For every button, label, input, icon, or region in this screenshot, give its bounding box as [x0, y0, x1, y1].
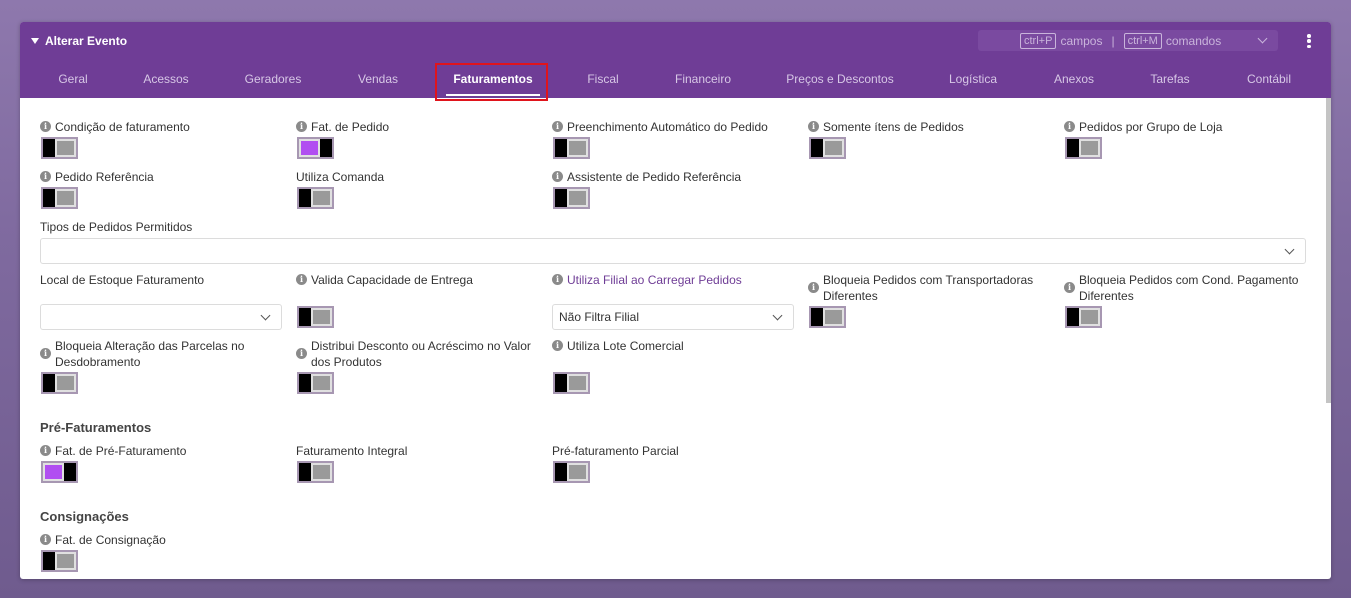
toggle-preenchimento-auto[interactable] [553, 137, 590, 159]
toggle-bloqueia-cond-pagamento[interactable] [1065, 306, 1102, 328]
select-tipos-pedidos[interactable] [40, 238, 1306, 264]
label-pedido-referencia: i Pedido Referência [40, 169, 154, 185]
info-icon[interactable]: i [808, 282, 819, 293]
toggle-pedido-referencia[interactable] [41, 187, 78, 209]
shortcut-separator: | [1111, 33, 1115, 48]
label-bloqueia-parcelas: i Bloqueia Alteração das Parcelas no Desd… [40, 338, 270, 370]
chevron-down-icon[interactable] [1257, 33, 1268, 44]
tab-geral[interactable]: Geral [58, 72, 87, 86]
toggle-valida-capacidade[interactable] [297, 306, 334, 328]
shortcut-commands-label: comandos [1165, 33, 1222, 48]
panel-title-toggle[interactable]: Alterar Evento [31, 34, 127, 48]
toggle-pedidos-grupo-loja[interactable] [1065, 137, 1102, 159]
kebab-menu-icon[interactable] [1307, 34, 1311, 48]
title-row: Alterar Evento ctrl+P campos | ctrl+M co… [20, 22, 1331, 60]
tab-vendas[interactable]: Vendas [358, 72, 398, 86]
toggle-fat-pre-faturamento[interactable] [41, 461, 78, 483]
label-distribui-desconto: i Distribui Desconto ou Acréscimo no Valo… [296, 338, 541, 370]
chevron-down-icon [772, 310, 783, 321]
tab-financeiro[interactable]: Financeiro [675, 72, 731, 86]
label-faturamento-integral: Faturamento Integral [296, 444, 408, 458]
toggle-somente-itens[interactable] [809, 137, 846, 159]
info-icon[interactable]: i [1064, 121, 1075, 132]
info-icon[interactable]: i [296, 348, 307, 359]
tab-fiscal[interactable]: Fiscal [587, 72, 618, 86]
active-tab-highlight [435, 63, 548, 101]
label-utiliza-filial: i Utiliza Filial ao Carregar Pedidos [552, 272, 742, 288]
label-somente-itens: i Somente ítens de Pedidos [808, 119, 964, 135]
label-utiliza-comanda: Utiliza Comanda [296, 170, 385, 184]
toggle-utiliza-comanda[interactable] [297, 187, 334, 209]
shortcut-commands-key: ctrl+M [1123, 32, 1162, 49]
info-icon[interactable]: i [552, 274, 563, 285]
panel-header: Alterar Evento ctrl+P campos | ctrl+M co… [20, 22, 1331, 101]
info-icon[interactable]: i [296, 274, 307, 285]
shortcut-fields-label: campos [1060, 33, 1103, 48]
info-icon[interactable]: i [552, 121, 563, 132]
chevron-down-icon [1284, 244, 1295, 255]
toggle-fat-pedido[interactable] [297, 137, 334, 159]
label-fat-consignacao: i Fat. de Consignação [40, 532, 166, 548]
tab-bar: Geral Acessos Geradores Vendas Faturamen… [20, 60, 1331, 101]
tab-contabil[interactable]: Contábil [1247, 72, 1291, 86]
label-tipos-pedidos: Tipos de Pedidos Permitidos [40, 220, 193, 234]
label-valida-capacidade: i Valida Capacidade de Entrega [296, 272, 473, 288]
alterar-evento-panel: Alterar Evento ctrl+P campos | ctrl+M co… [20, 22, 1331, 579]
tab-precos-descontos[interactable]: Preços e Descontos [786, 72, 893, 86]
section-consignacoes: Consignações [40, 509, 129, 524]
shortcut-fields-key: ctrl+P [1020, 32, 1057, 49]
toggle-fat-consignacao[interactable] [41, 550, 78, 572]
label-local-estoque: Local de Estoque Faturamento [40, 273, 205, 287]
vertical-scrollbar[interactable] [1326, 98, 1331, 403]
toggle-faturamento-integral[interactable] [297, 461, 334, 483]
caret-down-icon [31, 38, 39, 44]
label-utiliza-lote: i Utiliza Lote Comercial [552, 338, 684, 354]
toggle-distribui-desconto[interactable] [297, 372, 334, 394]
select-local-estoque[interactable] [40, 304, 282, 330]
label-bloqueia-cond-pagamento: i Bloqueia Pedidos com Cond. Pagamento Di… [1064, 272, 1304, 304]
section-pre-faturamentos: Pré-Faturamentos [40, 420, 152, 435]
info-icon[interactable]: i [552, 171, 563, 182]
label-fat-pedido: i Fat. de Pedido [296, 119, 389, 135]
tab-acessos[interactable]: Acessos [143, 72, 188, 86]
label-pre-faturamento-parcial: Pré-faturamento Parcial [552, 444, 679, 458]
tab-geradores[interactable]: Geradores [245, 72, 302, 86]
info-icon[interactable]: i [1064, 282, 1075, 293]
shortcut-bar[interactable]: ctrl+P campos | ctrl+M comandos [978, 30, 1278, 51]
info-icon[interactable]: i [552, 340, 563, 351]
chevron-down-icon [260, 310, 271, 321]
panel-title: Alterar Evento [45, 34, 128, 48]
info-icon[interactable]: i [40, 171, 51, 182]
toggle-bloqueia-transportadoras[interactable] [809, 306, 846, 328]
label-bloqueia-transportadoras: i Bloqueia Pedidos com Transportadoras Di… [808, 272, 1048, 304]
info-icon[interactable]: i [296, 121, 307, 132]
label-pedidos-grupo-loja: i Pedidos por Grupo de Loja [1064, 119, 1222, 135]
tab-tarefas[interactable]: Tarefas [1150, 72, 1189, 86]
info-icon[interactable]: i [40, 534, 51, 545]
info-icon[interactable]: i [40, 445, 51, 456]
toggle-assistente-pedido-ref[interactable] [553, 187, 590, 209]
info-icon[interactable]: i [808, 121, 819, 132]
tab-logistica[interactable]: Logística [949, 72, 997, 86]
select-utiliza-filial[interactable]: Não Filtra Filial [552, 304, 794, 330]
label-preenchimento-auto: i Preenchimento Automático do Pedido [552, 119, 768, 135]
toggle-pre-faturamento-parcial[interactable] [553, 461, 590, 483]
toggle-bloqueia-parcelas[interactable] [41, 372, 78, 394]
toggle-utiliza-lote[interactable] [553, 372, 590, 394]
info-icon[interactable]: i [40, 121, 51, 132]
tab-anexos[interactable]: Anexos [1054, 72, 1094, 86]
label-condicao-faturamento: i Condição de faturamento [40, 119, 190, 135]
label-fat-pre-faturamento: i Fat. de Pré-Faturamento [40, 443, 186, 459]
toggle-condicao-faturamento[interactable] [41, 137, 78, 159]
label-assistente-pedido-ref: i Assistente de Pedido Referência [552, 169, 741, 185]
info-icon[interactable]: i [40, 348, 51, 359]
